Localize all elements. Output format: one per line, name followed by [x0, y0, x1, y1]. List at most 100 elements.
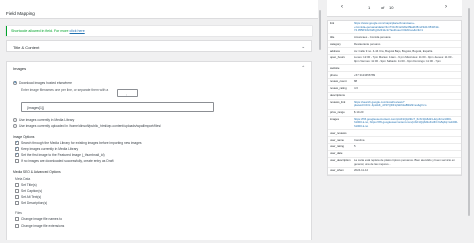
preview-row: title Amancaes - Comida peruana — [328, 34, 461, 42]
prev-record-button[interactable]: ‹ — [341, 4, 343, 10]
pager-of-label: 1 — [368, 5, 370, 10]
preview-value[interactable]: https://www.google.com/maps/place/Amanca… — [351, 21, 461, 33]
preview-value: 88 — [354, 79, 358, 84]
notice-text: Shortcode allowed in field. For more — [11, 29, 70, 33]
image-option-label: If no images are downloaded successfully… — [21, 159, 114, 163]
preview-row: user_rating 5 — [328, 144, 461, 152]
preview-row: user_name Carolina — [328, 137, 461, 145]
chevron-down-icon[interactable]: ⌄ — [301, 44, 305, 50]
preview-value: Carolina — [354, 137, 365, 142]
preview-key: user_reviews — [330, 130, 347, 135]
preview-row: link https://www.google.com/maps/place/Am… — [328, 21, 461, 35]
meta-label: Set Caption(s) — [21, 189, 43, 193]
title-content-panel[interactable]: Title & Content ⌄ — [6, 40, 312, 52]
image-option-row[interactable]: ✓ Keep images currently in Media Library — [15, 147, 78, 151]
files-checkbox[interactable] — [15, 217, 19, 221]
meta-checkbox[interactable] — [15, 183, 19, 187]
preview-key: user_when — [330, 168, 344, 173]
preview-row: review_rating 4.6 — [328, 86, 461, 93]
main-scrollbar-thumb[interactable] — [318, 10, 321, 50]
preview-key: open_hours — [330, 55, 345, 60]
pager-current: 1 — [368, 5, 371, 10]
preview-row: price_range $ 10-20 — [328, 110, 461, 117]
download-images-option[interactable]: ● Download images hosted elsewhere — [13, 81, 72, 85]
image-option-row[interactable]: ✓ Set the first image to the Featured Im… — [15, 153, 105, 157]
files-heading: Files — [15, 211, 22, 215]
preview-value — [351, 130, 461, 136]
local-files-radio[interactable] — [13, 124, 17, 128]
separator-input[interactable]: , — [117, 89, 138, 97]
meta-checkbox[interactable] — [15, 195, 19, 199]
preview-key: price_range — [330, 110, 345, 115]
image-option-label: Keep images currently in Media Library — [21, 147, 79, 151]
meta-option-row[interactable]: Set Title(s) — [15, 183, 37, 187]
pager-of-text: of — [381, 5, 385, 10]
preview-key: website — [330, 65, 340, 70]
preview-row: phone +57 3123456789 — [328, 72, 461, 80]
preview-row: reviews_link https://search.google.com/lo… — [328, 100, 461, 110]
preview-row: user_date — [328, 151, 461, 158]
preview-row: user_when 2024-11-12 — [328, 168, 461, 175]
next-record-button[interactable]: › — [445, 4, 447, 10]
images-field-input[interactable]: {images[1]} — [21, 102, 214, 112]
preview-value[interactable]: https://search.google.com/local/reviews?… — [351, 100, 461, 109]
files-option-row[interactable]: Change image file names to — [15, 217, 62, 221]
image-option-checkbox[interactable]: ✓ — [15, 141, 19, 145]
meta-option-row[interactable]: Set Alt Text(s) — [15, 195, 41, 199]
preview-key: images — [330, 117, 340, 122]
main-scrollbar[interactable] — [318, 0, 321, 243]
images-panel-content: ● Download images hosted elsewhere Enter… — [6, 72, 312, 240]
preview-scrollbar-thumb[interactable] — [467, 8, 471, 216]
meta-option-row[interactable]: Set Description(s) — [15, 201, 47, 205]
local-files-option[interactable]: Use images currently uploaded in /home/d… — [13, 124, 161, 128]
panel-title-title-content: Title & Content — [13, 45, 40, 50]
pager-total: 10 — [389, 5, 394, 10]
preview-value — [351, 151, 461, 157]
local-files-label: Use images currently uploaded in /home/d… — [19, 124, 162, 128]
meta-label: Set Alt Text(s) — [21, 195, 42, 199]
preview-row: images https://lh5.googleusercontent.com/… — [328, 117, 461, 131]
files-option-row[interactable]: Change image file extensions — [15, 224, 64, 228]
meta-label: Set Title(s) — [21, 183, 37, 187]
meta-data-heading: Meta Data — [15, 177, 31, 181]
preview-key: address — [330, 48, 340, 53]
preview-key: user_name — [330, 137, 344, 142]
preview-key: title — [330, 34, 335, 39]
preview-key: user_rating — [330, 144, 344, 149]
preview-value: La carta está repleta de platos típicos … — [354, 158, 455, 166]
media-library-label: Use images currently in Media Library — [19, 118, 75, 122]
record-pager: ‹ 1 of 10 › — [327, 0, 462, 17]
image-option-checkbox[interactable] — [15, 159, 19, 163]
preview-key: user_date — [330, 151, 343, 156]
preview-value[interactable]: https://lh5.googleusercontent.com/p/AF1Q… — [351, 117, 461, 129]
preview-value: Restaurante peruano — [354, 41, 381, 46]
image-options-heading: Image Options — [13, 135, 35, 139]
image-option-checkbox[interactable]: ✓ — [15, 153, 19, 157]
meta-checkbox[interactable] — [15, 201, 19, 205]
click-here-link[interactable]: click here — [70, 29, 85, 33]
image-option-row[interactable]: ✓ Search through the Media Library for e… — [15, 141, 142, 145]
meta-option-row[interactable]: Set Caption(s) — [15, 189, 42, 193]
files-label: Change image file names to — [21, 217, 63, 221]
preview-panel: ‹ 1 of 10 › link https://www.google.com/m… — [327, 0, 474, 243]
image-option-checkbox[interactable]: ✓ — [15, 147, 19, 151]
preview-value: 5 — [354, 144, 356, 149]
media-library-option[interactable]: Use images currently in Media Library — [13, 118, 74, 122]
chevron-up-icon[interactable]: ⌃ — [301, 65, 305, 71]
shortcode-notice: Shortcode allowed in field. For more cli… — [6, 26, 312, 36]
preview-row: open_hours Lunes: 12:00 - 7pm Martes: 11a… — [328, 55, 461, 66]
panel-title-images: Images — [13, 66, 27, 71]
preview-value: 2024-11-12 — [354, 168, 369, 173]
image-option-row[interactable]: If no images are downloaded successfully… — [15, 159, 113, 163]
preview-value: Av. Calle 9 no. 4-44 Cra, Bogotá Bajo, B… — [354, 48, 433, 53]
preview-scrollbar[interactable] — [467, 0, 471, 243]
preview-value: Lunes: 12:00 - 7pm Martes: 11am - 9 pm M… — [354, 55, 454, 63]
meta-checkbox[interactable] — [15, 189, 19, 193]
preview-row: review_count 88 — [328, 79, 461, 87]
media-library-radio[interactable] — [13, 118, 17, 122]
files-checkbox[interactable] — [15, 224, 19, 228]
preview-key: phone — [330, 72, 338, 77]
preview-row: descriptions — [328, 93, 461, 100]
preview-row: website — [328, 65, 461, 73]
download-images-radio[interactable]: ● — [13, 81, 17, 85]
